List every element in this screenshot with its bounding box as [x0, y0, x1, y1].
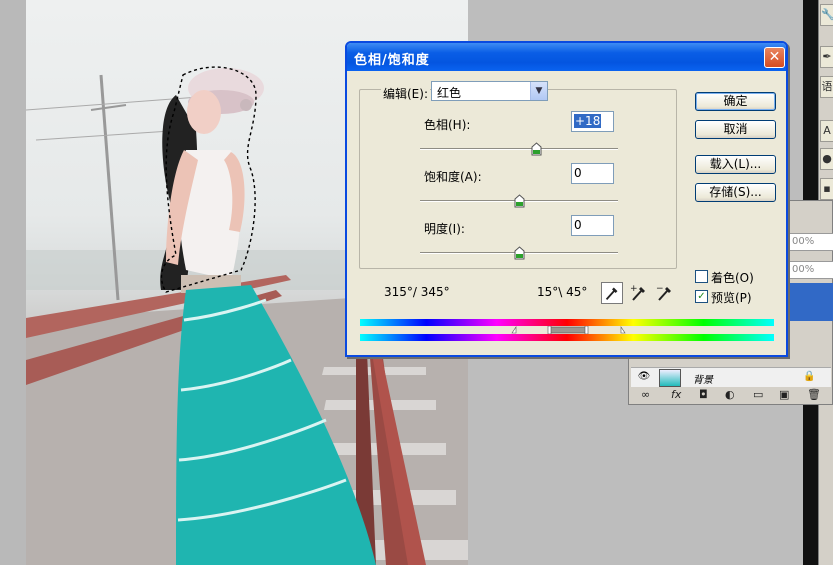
dialog-titlebar[interactable]: 色相/饱和度 ✕ — [347, 43, 786, 71]
dialog-title: 色相/饱和度 — [354, 53, 430, 68]
colorize-label: 着色(O) — [711, 271, 754, 285]
fx-icon[interactable]: fx — [671, 388, 681, 401]
range-end-readout: 15°\ 45° — [537, 285, 588, 299]
chevron-down-icon[interactable]: ▼ — [530, 82, 547, 100]
adjustment-group — [359, 89, 677, 269]
lock-icon: 🔒 — [803, 371, 816, 382]
preview-checkbox[interactable]: ✓ — [695, 290, 708, 303]
hue-slider-track[interactable] — [420, 148, 618, 150]
hue-value: +18 — [574, 114, 602, 128]
trash-icon[interactable]: 🗑 — [807, 388, 821, 401]
tool-cell-5[interactable]: ● — [820, 148, 833, 170]
save-button[interactable]: 存储(S)... — [695, 183, 776, 202]
tool-cell-3[interactable]: 语 — [820, 76, 833, 98]
mask-icon[interactable]: ◘ — [699, 388, 708, 401]
svg-text:+: + — [630, 284, 638, 294]
load-button[interactable]: 载入(L)... — [695, 155, 776, 174]
lightness-label: 明度(I): — [424, 222, 465, 236]
output-spectrum-bar — [360, 334, 774, 341]
fill-field[interactable]: 00% — [789, 261, 833, 279]
lightness-value: 0 — [574, 218, 582, 232]
colorize-checkbox[interactable] — [695, 270, 708, 283]
eye-icon[interactable]: 👁 — [637, 371, 651, 383]
saturation-slider-thumb[interactable] — [514, 194, 525, 208]
saturation-label: 饱和度(A): — [424, 170, 482, 184]
close-button[interactable]: ✕ — [764, 47, 785, 68]
cancel-button[interactable]: 取消 — [695, 120, 776, 139]
input-spectrum-bar — [360, 319, 774, 326]
new-layer-icon[interactable]: ▣ — [779, 388, 789, 401]
ok-button[interactable]: 确定 — [695, 92, 776, 111]
tool-cell-4[interactable]: A — [820, 120, 833, 142]
range-slider-handles[interactable] — [360, 326, 774, 334]
lightness-input[interactable]: 0 — [571, 215, 614, 236]
workspace: 🔧 ✒ 语 A ● ▪ 00% 00% 👁 背景 🔒 ∞ fx ◘ ◐ ▭ ▣ … — [0, 0, 833, 565]
eyedropper-plus-icon[interactable]: + — [628, 282, 650, 304]
tool-cell-6[interactable]: ▪ — [820, 178, 833, 200]
layers-footer: ∞ fx ◘ ◐ ▭ ▣ 🗑 — [631, 387, 831, 403]
tool-cell-2[interactable]: ✒ — [820, 46, 833, 68]
preview-label: 预览(P) — [711, 291, 752, 305]
hue-input[interactable]: +18 — [571, 111, 614, 132]
svg-text:−: − — [656, 284, 664, 294]
saturation-value: 0 — [574, 166, 582, 180]
layer-name: 背景 — [693, 375, 713, 386]
eyedropper-minus-icon[interactable]: − — [654, 282, 676, 304]
tool-cell-1[interactable]: 🔧 — [820, 4, 833, 26]
folder-icon[interactable]: ▭ — [753, 388, 763, 401]
layer-row-background[interactable]: 👁 背景 🔒 — [631, 367, 831, 387]
layer-thumbnail — [659, 369, 681, 387]
selected-layer-highlight — [787, 283, 833, 321]
edit-channel-select[interactable]: 红色 ▼ — [431, 81, 548, 101]
edit-channel-value: 红色 — [437, 86, 462, 100]
lightness-slider-thumb[interactable] — [514, 246, 525, 260]
hue-saturation-dialog: 色相/饱和度 ✕ 编辑(E): 红色 ▼ 色相(H): +18 饱和度(A): … — [345, 41, 788, 357]
link-icon[interactable]: ∞ — [641, 388, 650, 401]
document-left-margin — [0, 0, 26, 565]
adjustment-icon[interactable]: ◐ — [725, 388, 735, 401]
eyedropper-icon[interactable] — [601, 282, 623, 304]
saturation-input[interactable]: 0 — [571, 163, 614, 184]
edit-label: 编辑(E): — [381, 85, 430, 102]
hue-label: 色相(H): — [424, 118, 471, 132]
hue-slider-thumb[interactable] — [531, 142, 542, 156]
range-start-readout: 315°/ 345° — [384, 285, 450, 299]
opacity-field[interactable]: 00% — [789, 233, 833, 251]
